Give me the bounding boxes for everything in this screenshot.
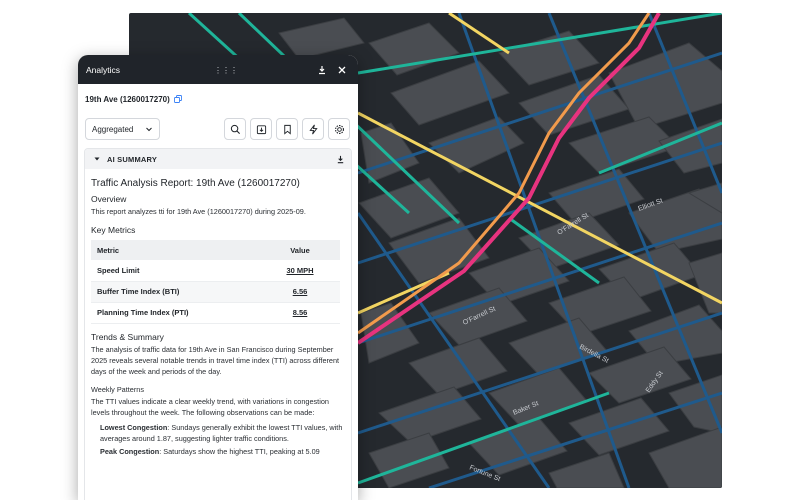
aggregation-dropdown[interactable]: Aggregated <box>85 118 160 140</box>
settings-icon <box>334 124 344 134</box>
settings-button[interactable] <box>328 118 350 140</box>
metrics-table: Metric Value Speed Limit 30 MPH Buffer T… <box>91 240 340 324</box>
bullet-bold: Lowest Congestion <box>100 422 168 432</box>
metric-value[interactable]: 30 MPH <box>260 260 340 282</box>
table-row: Buffer Time Index (BTI) 6.56 <box>91 281 340 303</box>
panel-titlebar[interactable]: Analytics ⋮⋮⋮ <box>78 55 358 84</box>
trends-text: The analysis of traffic data for 19th Av… <box>91 344 340 377</box>
insights-button[interactable] <box>302 118 324 140</box>
chevron-down-icon <box>146 127 152 132</box>
caret-down-icon[interactable] <box>93 155 101 163</box>
metric-name: Planning Time Index (PTI) <box>91 302 260 324</box>
bookmark-button[interactable] <box>276 118 298 140</box>
export-icon <box>256 124 266 134</box>
overview-text: This report analyzes tti for 19th Ave (1… <box>91 207 306 216</box>
metric-name: Buffer Time Index (BTI) <box>91 281 260 303</box>
bookmark-icon <box>283 124 291 135</box>
table-header-row: Metric Value <box>91 240 340 261</box>
section-title: AI SUMMARY <box>107 154 158 164</box>
weekly-heading: Weekly Patterns <box>91 385 144 395</box>
segment-header: 19th Ave (1260017270) <box>78 88 358 110</box>
lightning-icon <box>308 124 318 134</box>
summary-content: Traffic Analysis Report: 19th Ave (12600… <box>85 169 351 458</box>
bullet-text: : Saturdays show the highest TTI, peakin… <box>159 447 320 457</box>
panel-toolbar: Aggregated <box>78 114 358 144</box>
copy-icon[interactable] <box>173 95 182 103</box>
overview-heading: Overview <box>91 194 127 204</box>
drag-handle-icon[interactable]: ⋮⋮⋮ <box>214 66 238 75</box>
segment-name: 19th Ave (1260017270) <box>85 94 170 104</box>
close-icon[interactable] <box>335 63 349 77</box>
column-header: Value <box>260 240 340 261</box>
table-row: Speed Limit 30 MPH <box>91 260 340 282</box>
trends-heading: Trends & Summary <box>91 331 164 342</box>
ai-summary-header[interactable]: AI SUMMARY <box>85 149 351 169</box>
screenshot-stage: O'Farrell St O'Farrell St Elliott St Bak… <box>0 0 800 500</box>
bullet-bold: Peak Congestion <box>100 447 160 457</box>
report-title: Traffic Analysis Report: 19th Ave (12600… <box>91 178 300 189</box>
list-item: Lowest Congestion: Sundays generally exh… <box>91 422 344 444</box>
table-row: Planning Time Index (PTI) 8.56 <box>91 302 340 324</box>
search-button[interactable] <box>224 118 246 140</box>
metric-name: Speed Limit <box>91 260 260 282</box>
panel-title: Analytics <box>86 64 121 75</box>
tool-buttons <box>224 118 350 140</box>
export-button[interactable] <box>250 118 272 140</box>
metric-value[interactable]: 8.56 <box>260 302 340 324</box>
column-header: Metric <box>91 240 260 261</box>
download-icon[interactable] <box>336 155 345 164</box>
search-icon <box>230 124 240 134</box>
weekly-text: The TTI values indicate a clear weekly t… <box>91 396 329 417</box>
analytics-panel: Analytics ⋮⋮⋮ 19th Ave (1260017270) Aggr… <box>78 55 358 500</box>
download-icon[interactable] <box>315 63 329 77</box>
dropdown-value: Aggregated <box>92 124 134 134</box>
metrics-heading: Key Metrics <box>91 225 136 236</box>
metric-value[interactable]: 6.56 <box>260 281 340 303</box>
ai-summary-section: AI SUMMARY Traffic Analysis Report: 19th… <box>84 148 352 500</box>
list-item: Peak Congestion: Saturdays show the high… <box>91 446 344 457</box>
